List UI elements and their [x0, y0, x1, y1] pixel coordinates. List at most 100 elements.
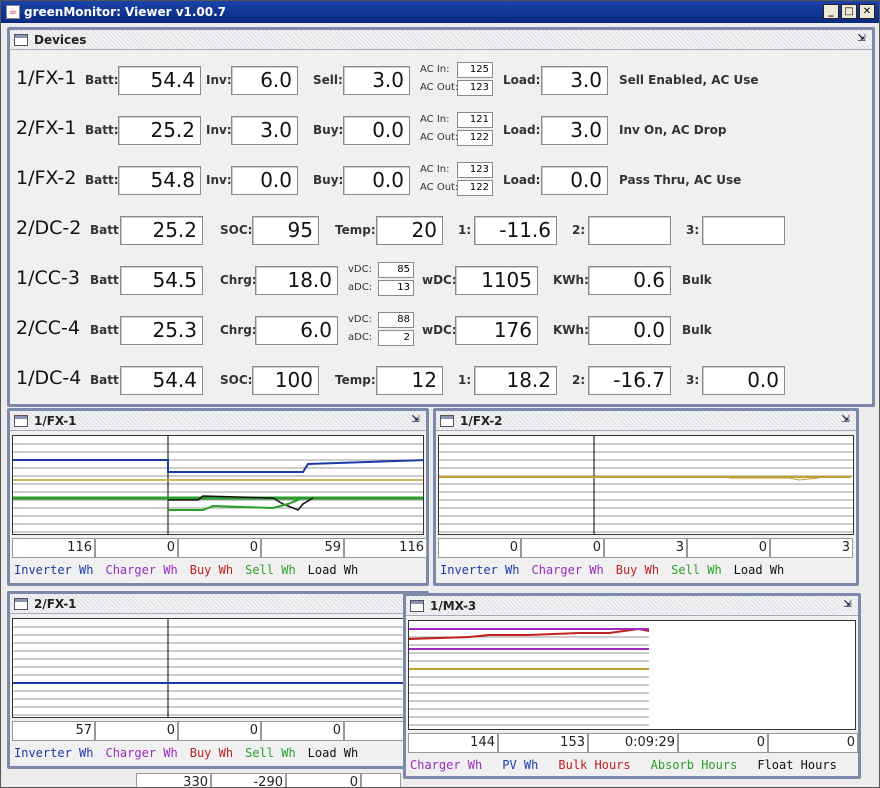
- restore-icon[interactable]: ⇲: [855, 33, 868, 46]
- charge-label: Chrg:: [220, 323, 257, 337]
- sell-buy-field[interactable]: 3.0: [343, 66, 410, 95]
- batt-field[interactable]: 25.2: [118, 116, 201, 145]
- sell-buy-field[interactable]: 0.0: [343, 116, 410, 145]
- ac-in-field[interactable]: 125: [457, 62, 493, 78]
- chart-plot: [408, 620, 856, 730]
- ac-in-field[interactable]: 123: [457, 162, 493, 178]
- chart-title: 1/MX-3: [430, 598, 477, 613]
- temp-field[interactable]: 20: [376, 216, 443, 245]
- restore-icon[interactable]: ⇲: [841, 599, 854, 612]
- batt-field[interactable]: 54.4: [120, 366, 203, 395]
- minimize-icon[interactable]: _: [823, 4, 839, 19]
- legend-item: Load Wh: [733, 563, 785, 577]
- device-name: 1/FX-2: [16, 167, 77, 189]
- chart-frame-header[interactable]: 1/FX-1 ⇲: [10, 411, 426, 431]
- batt-label: Batt:: [90, 373, 124, 387]
- chart-value: 3: [770, 538, 853, 558]
- shunt3-field[interactable]: 0.0: [702, 366, 785, 395]
- soc-field[interactable]: 95: [252, 216, 319, 245]
- batt-field[interactable]: 54.5: [120, 266, 203, 295]
- chart-value: 0: [521, 538, 604, 558]
- load-field[interactable]: 3.0: [541, 66, 608, 95]
- batt-field[interactable]: 54.8: [118, 166, 201, 195]
- chart-value: 0: [95, 538, 178, 558]
- chart-frame-p4[interactable]: 1/MX-3 ⇲ 144 153 0:09:29 0 0 Charger Wh PV Wh Bul…: [403, 593, 861, 779]
- legend-item: Charger Wh: [105, 563, 178, 577]
- title-bar[interactable]: ☕ greenMonitor: Viewer v1.00.7 _ □ ✕: [1, 1, 879, 23]
- chart-value: 144: [408, 733, 498, 753]
- shunt2-field[interactable]: -16.7: [588, 366, 671, 395]
- inv-field[interactable]: 3.0: [231, 116, 298, 145]
- load-field[interactable]: 0.0: [541, 166, 608, 195]
- wdc-field[interactable]: 176: [455, 316, 538, 345]
- legend-item: Buy Wh: [189, 746, 234, 760]
- chart-frame-p2[interactable]: 1/FX-2 ⇲ 0 0 3 0 3 Inverter Wh Charger Wh Buy Wh S…: [433, 408, 859, 586]
- chart-frame-p1[interactable]: 1/FX-1 ⇲ 116 0 0 59 116 Inverter Wh Charger Wh Bu…: [7, 408, 429, 586]
- chart-value: 0:09:29: [588, 733, 678, 753]
- vdc-field[interactable]: 88: [378, 312, 414, 328]
- hidden-value: 330: [136, 773, 211, 787]
- shunt3-label: 3:: [686, 223, 700, 237]
- close-icon[interactable]: ✕: [859, 4, 875, 19]
- chart-frame-p3[interactable]: 2/FX-1⇲ 5700057 Inverter Wh Charger Wh Buy W…: [7, 591, 429, 769]
- shunt3-field[interactable]: [702, 216, 785, 245]
- kwh-label: KWh:: [553, 323, 589, 337]
- inv-label: Inv:: [206, 73, 232, 87]
- legend-item: Charger Wh: [531, 563, 604, 577]
- legend-item: Sell Wh: [245, 563, 296, 577]
- kwh-field[interactable]: 0.0: [588, 316, 671, 345]
- legend-item: Buy Wh: [615, 563, 660, 577]
- kwh-field[interactable]: 0.6: [588, 266, 671, 295]
- wdc-label: wDC:: [422, 323, 457, 337]
- batt-field[interactable]: 25.3: [120, 316, 203, 345]
- sell-buy-label: Buy:: [313, 173, 344, 187]
- ac-out-field[interactable]: 123: [457, 80, 493, 96]
- ac-in-field[interactable]: 121: [457, 112, 493, 128]
- inv-field[interactable]: 0.0: [231, 166, 298, 195]
- charge-field[interactable]: 18.0: [255, 266, 338, 295]
- charge-field[interactable]: 6.0: [255, 316, 338, 345]
- inv-field[interactable]: 6.0: [231, 66, 298, 95]
- chart-values-row: 5700057: [12, 721, 427, 741]
- chart-plot: [438, 435, 854, 535]
- temp-field[interactable]: 12: [376, 366, 443, 395]
- frame-icon: [14, 414, 28, 427]
- legend-item: PV Wh: [502, 758, 539, 772]
- chart-frame-header[interactable]: 1/MX-3 ⇲: [406, 596, 858, 616]
- chart-frame-header[interactable]: 1/FX-2 ⇲: [436, 411, 856, 431]
- shunt1-label: 1:: [458, 373, 472, 387]
- ac-out-field[interactable]: 122: [457, 180, 493, 196]
- sell-buy-field[interactable]: 0.0: [343, 166, 410, 195]
- legend-item: Inverter Wh: [14, 746, 94, 760]
- hidden-value: 0: [286, 773, 361, 787]
- devices-frame[interactable]: Devices ⇲ 1/FX-1 Batt: 54.4 Inv: 6.0 Sell: 3.0…: [7, 27, 875, 407]
- device-name: 2/DC-2: [16, 217, 82, 239]
- device-status: Sell Enabled, AC Use: [619, 73, 759, 87]
- chart-plot: [12, 435, 424, 535]
- devices-frame-header[interactable]: Devices ⇲: [10, 30, 872, 50]
- vdc-label: vDC:: [348, 264, 372, 275]
- shunt2-field[interactable]: [588, 216, 671, 245]
- legend-item: Sell Wh: [245, 746, 296, 760]
- soc-field[interactable]: 100: [252, 366, 319, 395]
- batt-field[interactable]: 54.4: [118, 66, 201, 95]
- chart-title: 1/FX-2: [460, 413, 503, 428]
- device-status: Pass Thru, AC Use: [619, 173, 742, 187]
- shunt1-field[interactable]: -11.6: [474, 216, 557, 245]
- chart-frame-header[interactable]: 2/FX-1⇲: [10, 594, 426, 614]
- ac-in-label: AC In:: [420, 164, 450, 175]
- wdc-field[interactable]: 1105: [455, 266, 538, 295]
- restore-icon[interactable]: ⇲: [839, 414, 852, 427]
- restore-icon[interactable]: ⇲: [409, 414, 422, 427]
- load-field[interactable]: 3.0: [541, 116, 608, 145]
- maximize-icon[interactable]: □: [841, 4, 857, 19]
- ac-in-label: AC In:: [420, 114, 450, 125]
- ac-out-field[interactable]: 122: [457, 130, 493, 146]
- legend-item: Bulk Hours: [558, 758, 631, 772]
- batt-field[interactable]: 25.2: [120, 216, 203, 245]
- shunt1-field[interactable]: 18.2: [474, 366, 557, 395]
- vdc-field[interactable]: 85: [378, 262, 414, 278]
- legend-item: Charger Wh: [105, 746, 178, 760]
- adc-field[interactable]: 2: [378, 330, 414, 346]
- adc-field[interactable]: 13: [378, 280, 414, 296]
